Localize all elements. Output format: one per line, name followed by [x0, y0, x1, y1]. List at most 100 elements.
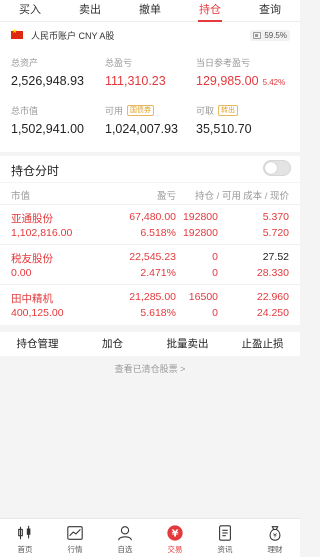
header-profit: 盈亏: [156, 191, 176, 202]
toggle-knob: [265, 162, 277, 174]
home-candlestick-icon: [18, 525, 31, 540]
nav-home[interactable]: 首页: [0, 519, 50, 557]
stock-market-value: 400,125.00: [11, 307, 64, 319]
total-profit-label: 总盈亏: [105, 58, 133, 68]
watchlist-person-icon: [118, 526, 132, 541]
table-row[interactable]: 田中精机 400,125.00 21,285.00 5.618% 16500 0…: [0, 285, 300, 325]
market-value: 总市值 1,502,941.00: [11, 104, 84, 136]
withdrawable-funds: 可取 转出 35,510.70: [196, 104, 252, 136]
svg-text:¥: ¥: [172, 529, 179, 540]
trade-coin-icon: ¥: [167, 525, 183, 541]
total-assets: 总资产 2,526,948.93: [11, 56, 84, 88]
total-profit-value: 111,310.23: [105, 74, 166, 88]
position-ratio-badge[interactable]: 59.5%: [250, 29, 290, 41]
nav-watchlist-label: 自选: [117, 545, 133, 554]
table-row[interactable]: 亚通股份 1,102,816.00 67,480.00 6.518% 19280…: [0, 205, 300, 245]
stock-profit: 22,545.23: [129, 251, 176, 263]
stock-price: 24.250: [256, 307, 289, 319]
stock-market-value: 1,102,816.00: [11, 227, 73, 239]
withdrawable-label: 可取: [196, 106, 215, 116]
stock-price: 5.720: [262, 227, 289, 239]
total-assets-label: 总资产: [11, 58, 39, 68]
bottom-nav: 首页 行情 自选 ¥ 交易 资讯 ¥ 理财: [0, 518, 300, 557]
batch-sell-button[interactable]: 批量卖出: [150, 332, 225, 356]
wealth-money-bag-icon: ¥: [269, 526, 281, 541]
nav-wealth-label: 理财: [267, 545, 283, 554]
transfer-out-tag[interactable]: 转出: [218, 105, 239, 116]
market-value-value: 1,502,941.00: [11, 122, 84, 136]
stock-name: 亚通股份: [11, 213, 53, 225]
available-funds: 可用 国债券 1,024,007.93: [105, 104, 178, 136]
stock-available: 0: [212, 267, 218, 279]
stock-holding: 16500: [188, 291, 218, 303]
nav-market-label: 行情: [67, 545, 83, 554]
tab-query[interactable]: 查询: [240, 0, 300, 21]
nav-news[interactable]: 资讯: [200, 519, 250, 557]
position-icon: [253, 31, 262, 39]
account-header[interactable]: 人民币账户 CNY A股 59.5%: [11, 28, 290, 42]
table-row[interactable]: 税友股份 0.00 22,545.23 2.471% 0 0 27.52 28.…: [0, 245, 300, 285]
intraday-toggle-row: 持仓分时: [0, 156, 300, 182]
header-holdings: 持仓 / 可用: [195, 191, 241, 202]
stock-cost: 5.370: [262, 211, 289, 223]
nav-trade[interactable]: ¥ 交易: [150, 519, 200, 557]
trade-tabs: 买入 卖出 撤单 持仓 查询: [0, 0, 300, 22]
nav-market[interactable]: 行情: [50, 519, 100, 557]
nav-trade-label: 交易: [167, 545, 183, 554]
position-ratio: 59.5%: [264, 30, 287, 40]
stock-name: 田中精机: [11, 293, 53, 305]
account-name: 人民币账户 CNY A股: [31, 30, 115, 41]
view-cleared-stocks-link[interactable]: 查看已清仓股票 >: [0, 362, 300, 375]
withdrawable-label-row: 可取 转出: [196, 104, 252, 117]
holdings-table: 市值 盈亏 持仓 / 可用 成本 / 现价 亚通股份 1,102,816.00 …: [0, 183, 300, 325]
nav-news-label: 资讯: [217, 545, 233, 554]
stock-price: 28.330: [256, 267, 289, 279]
stock-cost: 22.960: [256, 291, 289, 303]
add-position-button[interactable]: 加仓: [75, 332, 150, 356]
svg-text:¥: ¥: [273, 533, 277, 540]
stock-cost: 27.52: [262, 251, 289, 263]
market-value-label: 总市值: [11, 106, 39, 116]
today-profit-label: 当日参考盈亏: [196, 58, 251, 68]
table-header: 市值 盈亏 持仓 / 可用 成本 / 现价: [0, 183, 300, 205]
nav-watchlist[interactable]: 自选: [100, 519, 150, 557]
today-profit-amount: 129,985.00: [196, 74, 259, 88]
china-flag-icon: [11, 28, 23, 39]
intraday-toggle-label: 持仓分时: [11, 164, 60, 178]
total-assets-value: 2,526,948.93: [11, 74, 84, 88]
tab-buy[interactable]: 买入: [0, 0, 60, 21]
tab-cancel[interactable]: 撤单: [120, 0, 180, 21]
header-cost: 成本 / 现价: [243, 191, 289, 202]
tab-positions[interactable]: 持仓: [180, 0, 240, 22]
stop-profit-loss-button[interactable]: 止盈止损: [225, 332, 300, 356]
available-label: 可用: [105, 106, 124, 116]
withdrawable-value: 35,510.70: [196, 122, 252, 136]
manage-positions-button[interactable]: 持仓管理: [0, 332, 75, 356]
tab-sell[interactable]: 卖出: [60, 0, 120, 21]
stock-profit-pct: 5.618%: [140, 307, 176, 319]
stock-holding: 192800: [182, 211, 218, 223]
stock-profit: 67,480.00: [129, 211, 176, 223]
available-label-row: 可用 国债券: [105, 104, 178, 117]
position-actions: 持仓管理 加仓 批量卖出 止盈止损: [0, 332, 300, 356]
available-value: 1,024,007.93: [105, 122, 178, 136]
stock-profit-pct: 6.518%: [140, 227, 176, 239]
stock-profit-pct: 2.471%: [140, 267, 176, 279]
stock-market-value: 0.00: [11, 267, 32, 279]
treasury-bond-tag[interactable]: 国债券: [127, 105, 155, 116]
nav-home-label: 首页: [17, 545, 33, 554]
news-document-icon: [219, 525, 231, 541]
stock-profit: 21,285.00: [129, 291, 176, 303]
intraday-toggle-switch[interactable]: [263, 160, 291, 176]
today-profit-pct: 5.42%: [262, 78, 286, 87]
stock-name: 税友股份: [11, 253, 53, 265]
nav-wealth[interactable]: ¥ 理财: [250, 519, 300, 557]
market-chart-icon: [67, 526, 83, 540]
account-summary: 人民币账户 CNY A股 59.5% 总资产 2,526,948.93 总盈亏 …: [0, 22, 300, 152]
stock-available: 192800: [182, 227, 218, 239]
stock-available: 0: [212, 307, 218, 319]
stock-holding: 0: [212, 251, 218, 263]
total-profit: 总盈亏 111,310.23: [105, 56, 166, 88]
today-profit-value: 129,985.00 5.42%: [196, 74, 285, 88]
today-profit: 当日参考盈亏 129,985.00 5.42%: [196, 56, 285, 88]
